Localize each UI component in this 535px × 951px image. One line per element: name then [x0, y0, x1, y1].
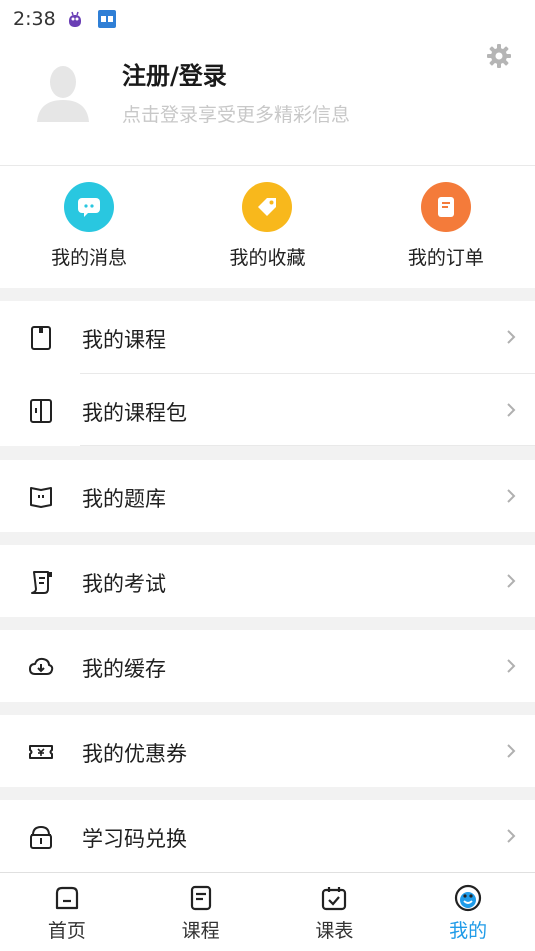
menu-item-my-coupons[interactable]: 我的优惠券	[0, 715, 535, 787]
profile-header[interactable]: 注册/登录 点击登录享受更多精彩信息	[0, 38, 535, 165]
menu-label: 我的考试	[82, 572, 166, 596]
menu-label: 我的缓存	[82, 657, 166, 681]
section-gap	[0, 787, 535, 800]
tab-courses[interactable]: 课程	[134, 873, 268, 951]
robot-notification-icon	[66, 10, 84, 28]
menu-item-my-cache[interactable]: 我的缓存	[0, 630, 535, 702]
menu-label: 我的优惠券	[82, 742, 187, 766]
tab-label: 课程	[181, 920, 220, 942]
menu-label: 学习码兑换	[82, 827, 187, 851]
menu-item-my-exams[interactable]: 我的考试	[0, 545, 535, 617]
question-bank-icon	[28, 484, 54, 510]
tag-icon	[242, 182, 293, 232]
menu-label: 我的课程	[82, 328, 166, 352]
settings-gear-icon[interactable]	[485, 42, 513, 70]
exam-icon	[28, 569, 54, 595]
chevron-right-icon	[504, 486, 518, 506]
chevron-right-icon	[504, 327, 518, 347]
chevron-right-icon	[504, 741, 518, 761]
menu-item-my-courses[interactable]: 我的课程	[0, 301, 535, 373]
avatar-placeholder-icon[interactable]	[33, 60, 93, 124]
schedule-icon	[320, 884, 348, 912]
tab-home[interactable]: 首页	[0, 873, 134, 951]
menu-label: 我的课程包	[82, 401, 187, 425]
status-bar: 2:38	[0, 0, 535, 38]
home-icon	[53, 884, 81, 912]
quick-actions: 我的消息 我的收藏 我的订单	[0, 166, 535, 288]
menu-label: 我的题库	[82, 487, 166, 511]
chevron-right-icon	[504, 571, 518, 591]
section-gap	[0, 288, 535, 301]
tab-label: 首页	[47, 920, 86, 942]
section-gap	[0, 702, 535, 715]
quick-label: 我的收藏	[229, 247, 306, 269]
section-gap	[0, 446, 535, 460]
course-tab-icon	[187, 884, 215, 912]
app-notification-icon	[97, 10, 116, 28]
menu-item-question-bank[interactable]: 我的题库	[0, 460, 535, 532]
message-icon	[64, 182, 115, 232]
chevron-right-icon	[504, 656, 518, 676]
chevron-right-icon	[504, 400, 518, 420]
chevron-right-icon	[504, 826, 518, 846]
menu-item-my-course-packages[interactable]: 我的课程包	[0, 374, 535, 446]
order-icon	[420, 182, 471, 232]
quick-item-messages[interactable]: 我的消息	[0, 166, 178, 288]
tab-label: 我的	[449, 920, 488, 942]
profile-face-icon	[454, 884, 482, 912]
tab-schedule[interactable]: 课表	[268, 873, 402, 951]
coupon-icon	[28, 739, 54, 765]
course-package-icon	[28, 398, 54, 424]
login-register-title[interactable]: 注册/登录	[122, 56, 227, 91]
bottom-tab-bar: 首页 课程 课表 我的	[0, 872, 535, 951]
tab-mine[interactable]: 我的	[401, 873, 535, 951]
redeem-code-icon	[28, 824, 54, 850]
section-gap	[0, 617, 535, 630]
status-time: 2:38	[13, 8, 56, 30]
quick-label: 我的订单	[407, 247, 484, 269]
quick-item-orders[interactable]: 我的订单	[357, 166, 535, 288]
login-hint-text: 点击登录享受更多精彩信息	[122, 104, 351, 126]
tab-label: 课表	[315, 920, 354, 942]
cache-download-icon	[28, 654, 54, 680]
menu-item-redeem-code[interactable]: 学习码兑换	[0, 800, 535, 872]
section-gap	[0, 532, 535, 545]
course-icon	[28, 325, 54, 351]
quick-label: 我的消息	[51, 247, 128, 269]
quick-item-favorites[interactable]: 我的收藏	[178, 166, 356, 288]
